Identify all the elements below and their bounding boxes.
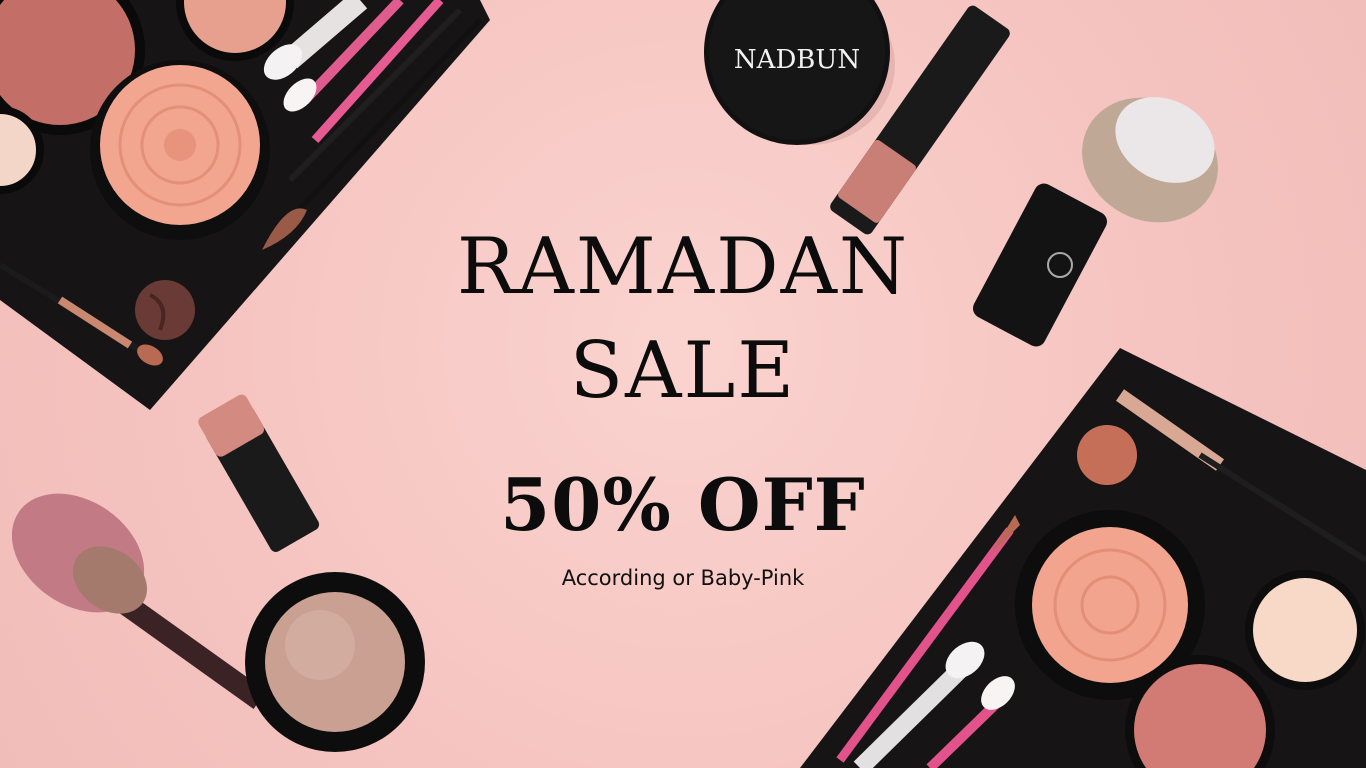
headline-ramadan: RAMADAN bbox=[456, 222, 910, 312]
eyeshadow-icon bbox=[245, 572, 425, 752]
headline-sale: SALE bbox=[569, 326, 797, 416]
subtitle: According or Baby-Pink bbox=[561, 566, 805, 590]
svg-text:NADBUN: NADBUN bbox=[734, 45, 860, 75]
discount-text: 50% OFF bbox=[500, 462, 866, 547]
compact-icon: NADBUN bbox=[704, 0, 895, 145]
sale-banner: NADBUN RAMADAN SALE 50% OFF According or… bbox=[0, 0, 1366, 768]
